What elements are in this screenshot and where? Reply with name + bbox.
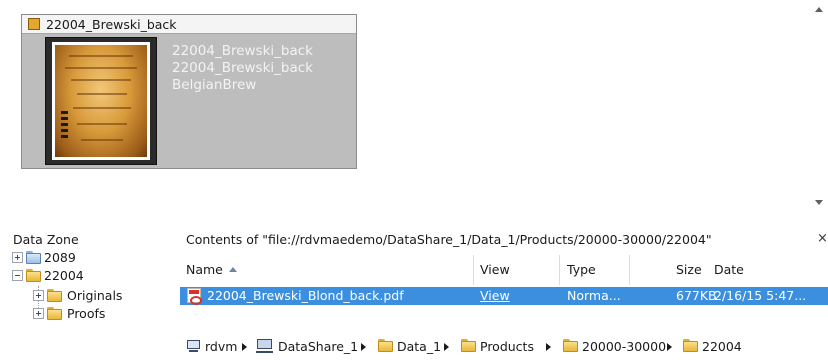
column-divider[interactable]	[629, 255, 630, 285]
data-zone-title: Data Zone	[13, 232, 79, 247]
file-type: Norma...	[567, 288, 621, 303]
file-name[interactable]: 22004_Brewski_Blond_back.pdf	[207, 288, 404, 303]
thumbnail-image	[52, 42, 150, 160]
view-link[interactable]: View	[480, 288, 510, 303]
column-divider[interactable]	[559, 255, 560, 285]
breadcrumb-item-22004[interactable]: 22004	[683, 338, 763, 356]
column-header-view[interactable]: View	[480, 262, 510, 277]
folder-icon	[683, 339, 698, 352]
contents-panel: Contents of "file://rdvmaedemo/DataShare…	[180, 222, 828, 360]
column-divider[interactable]	[473, 255, 474, 285]
breadcrumb-label: DataShare_1	[278, 339, 359, 354]
breadcrumb-separator-icon[interactable]	[546, 343, 551, 351]
tree-node-originals[interactable]: Originals	[33, 288, 173, 304]
tree-node-2089[interactable]: 2089	[12, 250, 172, 266]
network-drive-icon	[256, 339, 273, 354]
breadcrumb-separator-icon[interactable]	[242, 343, 247, 351]
asset-metadata: 22004_Brewski_back 22004_Brewski_back Be…	[172, 43, 313, 94]
data-zone-panel: Data Zone 2089 22004 Originals Proofs	[0, 222, 180, 360]
tree-node-label: Proofs	[67, 306, 106, 321]
column-header-date[interactable]: Date	[714, 262, 744, 277]
tree-node-proofs[interactable]: Proofs	[33, 306, 173, 322]
preview-scrollbar[interactable]	[811, 0, 828, 212]
folder-icon	[461, 339, 476, 352]
column-header-label: Name	[186, 262, 223, 277]
pdf-file-icon	[187, 288, 202, 305]
computer-icon	[186, 340, 201, 353]
table-row[interactable]: 22004_Brewski_Blond_back.pdf View Norma.…	[180, 287, 828, 305]
expand-icon[interactable]	[12, 252, 23, 263]
asset-card-header[interactable]: 22004_Brewski_back	[22, 15, 356, 34]
breadcrumb-label: 20000-30000	[582, 339, 667, 354]
breadcrumb-label: 22004	[702, 339, 742, 354]
folder-icon	[47, 307, 62, 320]
breadcrumb-label: rdvm	[205, 339, 238, 354]
breadcrumb-separator-icon[interactable]	[667, 343, 672, 351]
expand-icon[interactable]	[33, 308, 44, 319]
contents-title: Contents of "file://rdvmaedemo/DataShare…	[186, 232, 712, 247]
folder-icon	[378, 339, 393, 352]
folder-icon	[563, 339, 578, 352]
breadcrumb-item-range[interactable]: 20000-30000	[563, 338, 671, 356]
file-date: 2/16/15 5:47...	[714, 288, 807, 303]
tree-node-22004[interactable]: 22004	[12, 268, 172, 284]
breadcrumb-item-datashare[interactable]: DataShare_1	[256, 338, 368, 356]
file-size: 677KB	[676, 288, 717, 303]
asset-meta-description: 22004_Brewski_back	[172, 60, 313, 76]
breadcrumb-item-rdvm[interactable]: rdvm	[186, 338, 258, 356]
sort-ascending-icon	[228, 267, 237, 272]
close-icon[interactable]: ×	[817, 231, 828, 246]
breadcrumb-item-data[interactable]: Data_1	[378, 338, 452, 356]
asset-preview-area: 22004_Brewski_back 22004_Brewski_back 22…	[0, 0, 818, 208]
beer-label-artwork	[55, 45, 147, 157]
asset-thumbnail[interactable]	[45, 37, 157, 165]
expand-icon[interactable]	[33, 290, 44, 301]
folder-icon	[26, 269, 41, 282]
column-header-type[interactable]: Type	[567, 262, 596, 277]
asset-card[interactable]: 22004_Brewski_back 22004_Brewski_back 22…	[21, 14, 357, 169]
breadcrumb-separator-icon[interactable]	[444, 343, 449, 351]
column-header-name[interactable]: Name	[186, 262, 237, 277]
breadcrumb-item-products[interactable]: Products	[461, 338, 551, 356]
folder-icon	[47, 289, 62, 302]
asset-card-title: 22004_Brewski_back	[46, 17, 177, 32]
breadcrumb-separator-icon[interactable]	[361, 343, 366, 351]
scroll-up-arrow-icon[interactable]	[815, 7, 823, 12]
breadcrumb: rdvm DataShare_1 Data_1 Products 20000-3…	[180, 338, 828, 358]
tree-node-label: 2089	[44, 250, 76, 265]
breadcrumb-label: Products	[480, 339, 534, 354]
tree-node-label: 22004	[44, 268, 84, 283]
scroll-down-arrow-icon[interactable]	[815, 200, 823, 205]
asset-meta-name: 22004_Brewski_back	[172, 43, 313, 59]
tree-node-label: Originals	[67, 288, 123, 303]
column-header-size[interactable]: Size	[676, 262, 702, 277]
asset-file-icon	[28, 18, 40, 30]
collapse-icon[interactable]	[12, 270, 23, 281]
folder-blue-icon	[26, 251, 41, 264]
breadcrumb-label: Data_1	[397, 339, 442, 354]
asset-meta-brand: BelgianBrew	[172, 77, 257, 93]
